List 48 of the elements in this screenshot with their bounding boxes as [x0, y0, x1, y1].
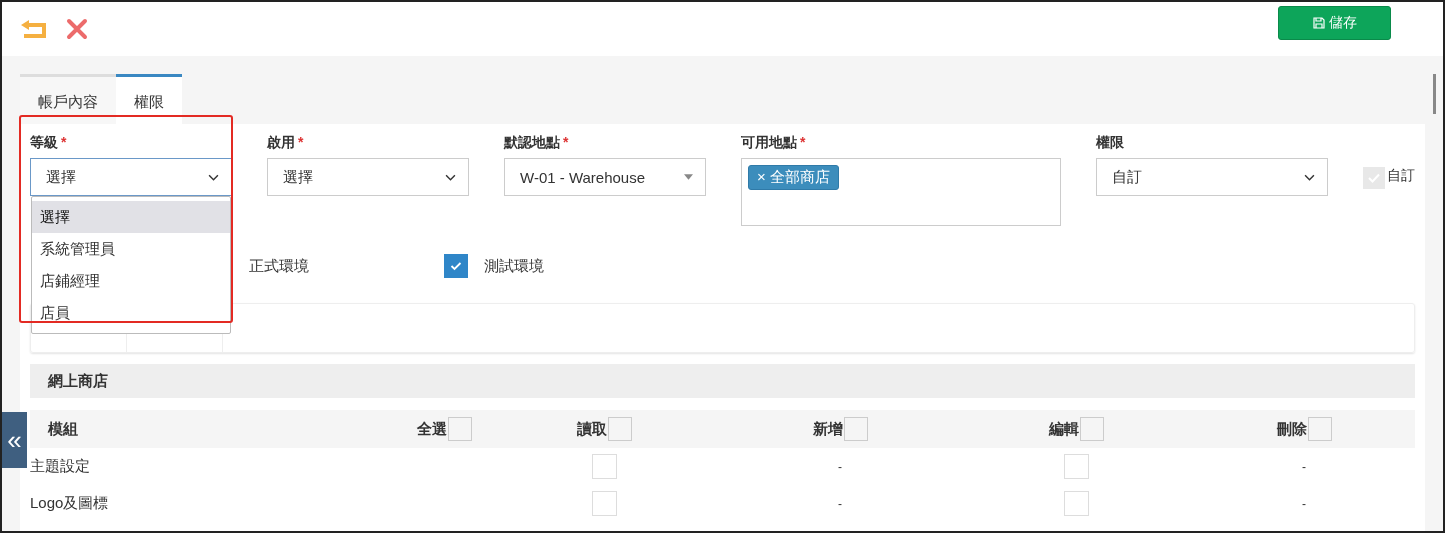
table-cell: - [838, 459, 842, 474]
checkbox[interactable] [1079, 417, 1104, 441]
dropdown-option[interactable]: 店員 [32, 297, 230, 329]
section-header: 網上商店 [30, 364, 1415, 398]
column-header: 讀取 [576, 419, 607, 439]
column-header: 刪除 [1276, 419, 1307, 439]
dropdown-option[interactable]: 店鋪經理 [32, 265, 230, 297]
scrollbar-thumb[interactable] [1433, 74, 1436, 114]
checkbox-label: 測試環境 [484, 256, 544, 276]
check-icon [450, 261, 462, 271]
column-header: 新增 [812, 419, 843, 439]
dropdown-option[interactable]: 選擇 [32, 201, 230, 233]
caret-icon [684, 174, 693, 180]
undo-icon[interactable] [20, 19, 48, 39]
field-label: 默認地點 * [504, 134, 570, 152]
field-label: 等級 * [30, 134, 68, 152]
column-header: 模組 [48, 419, 78, 439]
select-field[interactable]: 選擇 [267, 158, 469, 196]
location-tag[interactable]: × 全部商店 [748, 165, 839, 190]
select-field[interactable]: 選擇 [30, 158, 232, 196]
checkbox-label: 自訂 [1387, 167, 1415, 185]
table-cell: 主題設定 [30, 457, 90, 476]
checkbox[interactable] [1307, 417, 1332, 441]
chevron-icon [445, 173, 456, 181]
select-field[interactable]: 自訂 [1096, 158, 1328, 196]
multi-select-field[interactable]: × 全部商店 [741, 158, 1061, 226]
checkbox[interactable] [607, 417, 632, 441]
table-cell: - [838, 496, 842, 511]
table-cell: - [1302, 496, 1306, 511]
field-label: 可用地點 * [741, 134, 807, 152]
field-label: 權限 [1096, 134, 1125, 152]
dropdown-option[interactable]: 系統管理員 [32, 233, 230, 265]
column-header: 全選 [416, 419, 447, 439]
checkbox[interactable] [444, 254, 468, 278]
table-cell: Logo及圖標 [30, 494, 109, 513]
checkbox[interactable] [843, 417, 868, 441]
checkbox-label: 正式環境 [249, 256, 310, 276]
collapse-button[interactable]: « [2, 412, 27, 468]
chevron-icon [1304, 173, 1315, 181]
field-label: 啟用 * [267, 134, 305, 152]
chevron-icon [208, 173, 219, 181]
select-field[interactable]: W-01 - Warehouse [504, 158, 706, 196]
column-header: 編輯 [1048, 419, 1079, 439]
close-icon[interactable] [66, 18, 88, 40]
floppy-icon [1312, 17, 1325, 29]
checkbox[interactable] [447, 417, 472, 441]
table-cell: - [1302, 459, 1306, 474]
tab[interactable]: 權限 [116, 74, 182, 124]
